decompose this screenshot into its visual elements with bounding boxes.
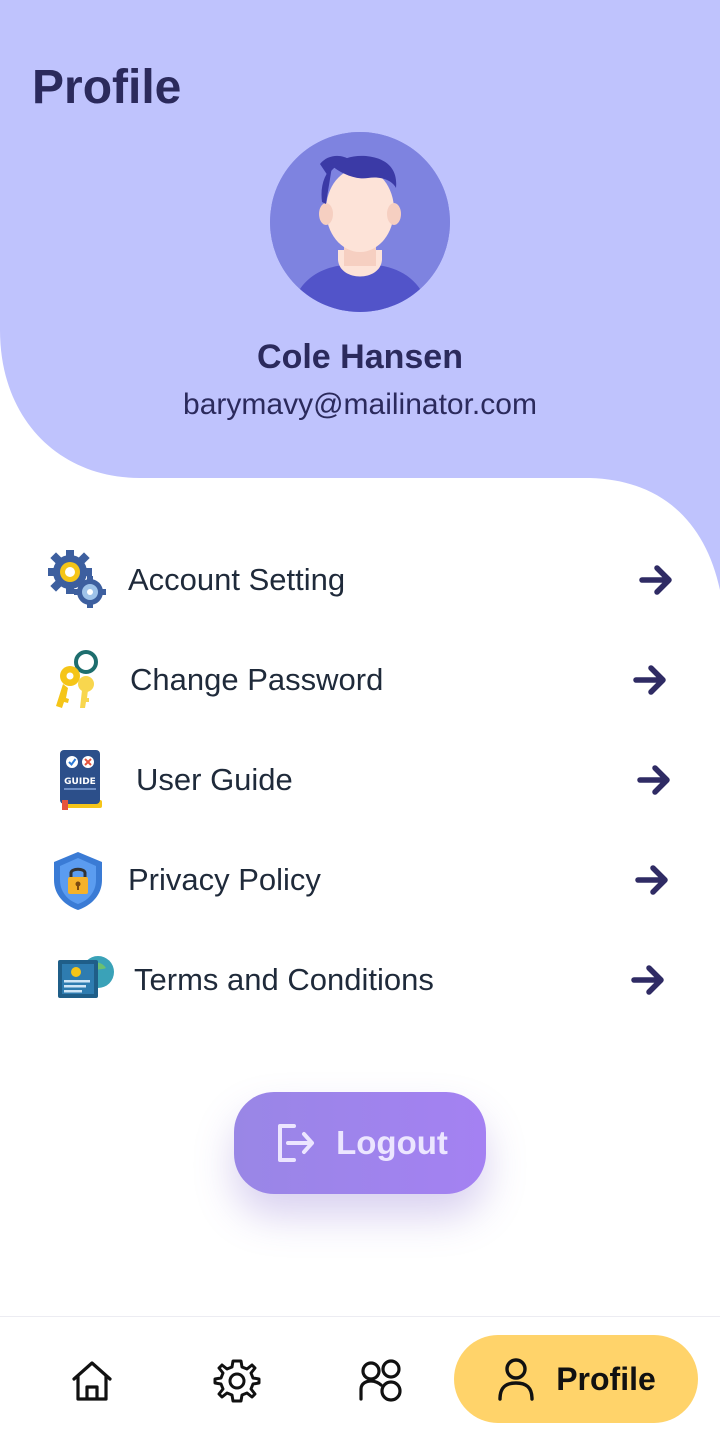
menu-item-label: Change Password (130, 662, 384, 697)
menu-item-label: Account Setting (128, 562, 346, 597)
menu-item-account-setting[interactable]: Account Setting (0, 530, 720, 630)
arrow-right-icon[interactable] (630, 961, 668, 999)
page-title: Profile (32, 61, 182, 114)
document-certificate-icon (54, 948, 118, 1012)
nav-profile-tab[interactable]: Profile (454, 1335, 698, 1423)
menu-item-terms-and-conditions[interactable]: Terms and Conditions (0, 930, 720, 1030)
guide-book-icon: GUIDE (46, 748, 110, 812)
group-icon[interactable] (357, 1357, 405, 1405)
home-icon[interactable] (68, 1357, 116, 1405)
bottom-navigation: Profile (0, 1316, 720, 1446)
menu-item-user-guide[interactable]: GUIDE User Guide (0, 730, 720, 830)
logout-label: Logout (336, 1124, 448, 1161)
avatar-illustration (270, 132, 450, 312)
arrow-right-icon[interactable] (632, 661, 670, 699)
menu-item-label: Terms and Conditions (134, 962, 434, 997)
arrow-right-icon[interactable] (636, 761, 674, 799)
menu-item-privacy-policy[interactable]: Privacy Policy (0, 830, 720, 930)
shield-lock-icon (46, 848, 110, 912)
nav-profile-label: Profile (556, 1360, 656, 1397)
avatar (270, 132, 450, 312)
logout-button[interactable]: Logout (234, 1092, 486, 1194)
user-icon (498, 1358, 534, 1401)
user-name: Cole Hansen (257, 338, 463, 376)
gears-icon (46, 548, 110, 612)
arrow-right-icon[interactable] (634, 861, 672, 899)
settings-gear-icon[interactable] (213, 1357, 261, 1405)
profile-menu: Account Setting Change Password GUIDE Us… (0, 530, 720, 1030)
keys-icon (46, 648, 110, 712)
user-email: barymavy@mailinator.com (183, 388, 537, 421)
menu-item-change-password[interactable]: Change Password (0, 630, 720, 730)
menu-item-label: Privacy Policy (128, 862, 321, 897)
arrow-right-icon[interactable] (638, 561, 676, 599)
menu-item-label: User Guide (136, 762, 293, 797)
logout-icon (272, 1120, 318, 1166)
svg-text:GUIDE: GUIDE (64, 777, 96, 787)
